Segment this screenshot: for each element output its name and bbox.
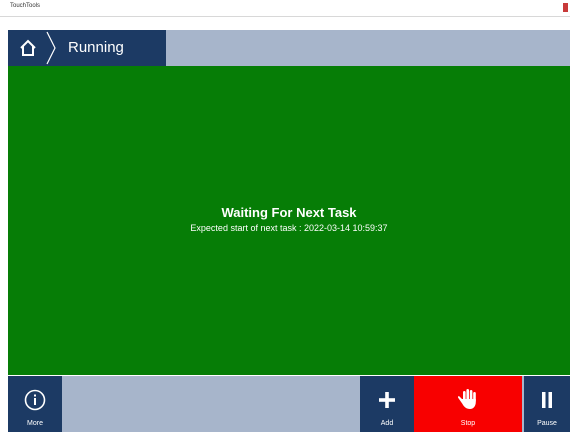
- footer-toolbar: More Add Stop Pause: [8, 376, 570, 432]
- hand-stop-icon: [458, 389, 476, 409]
- info-icon: [24, 389, 46, 411]
- more-button[interactable]: More: [8, 376, 62, 432]
- window-title: TouchTools: [10, 3, 41, 9]
- plus-icon: [379, 392, 395, 408]
- status-panel: Waiting For Next Task Expected start of …: [8, 66, 570, 375]
- pause-label: Pause: [537, 420, 557, 427]
- breadcrumb-separator-icon: [46, 31, 56, 65]
- stop-label: Stop: [460, 420, 476, 427]
- window-close-button[interactable]: [563, 3, 568, 12]
- add-label: Add: [380, 420, 394, 427]
- status-subtitle: Expected start of next task : 2022-03-14…: [190, 223, 388, 233]
- pause-button[interactable]: Pause: [524, 376, 570, 432]
- breadcrumb: Running: [8, 30, 166, 66]
- header-bar: Running: [8, 30, 570, 66]
- more-label: More: [27, 420, 43, 427]
- window-titlebar: TouchTools: [0, 0, 570, 17]
- add-button[interactable]: Add: [360, 376, 414, 432]
- home-icon: [20, 39, 36, 56]
- status-title: Waiting For Next Task: [221, 205, 357, 220]
- stop-button[interactable]: Stop: [414, 376, 522, 432]
- pause-icon: [542, 392, 552, 408]
- home-button[interactable]: [8, 30, 48, 66]
- breadcrumb-current: Running: [68, 39, 124, 56]
